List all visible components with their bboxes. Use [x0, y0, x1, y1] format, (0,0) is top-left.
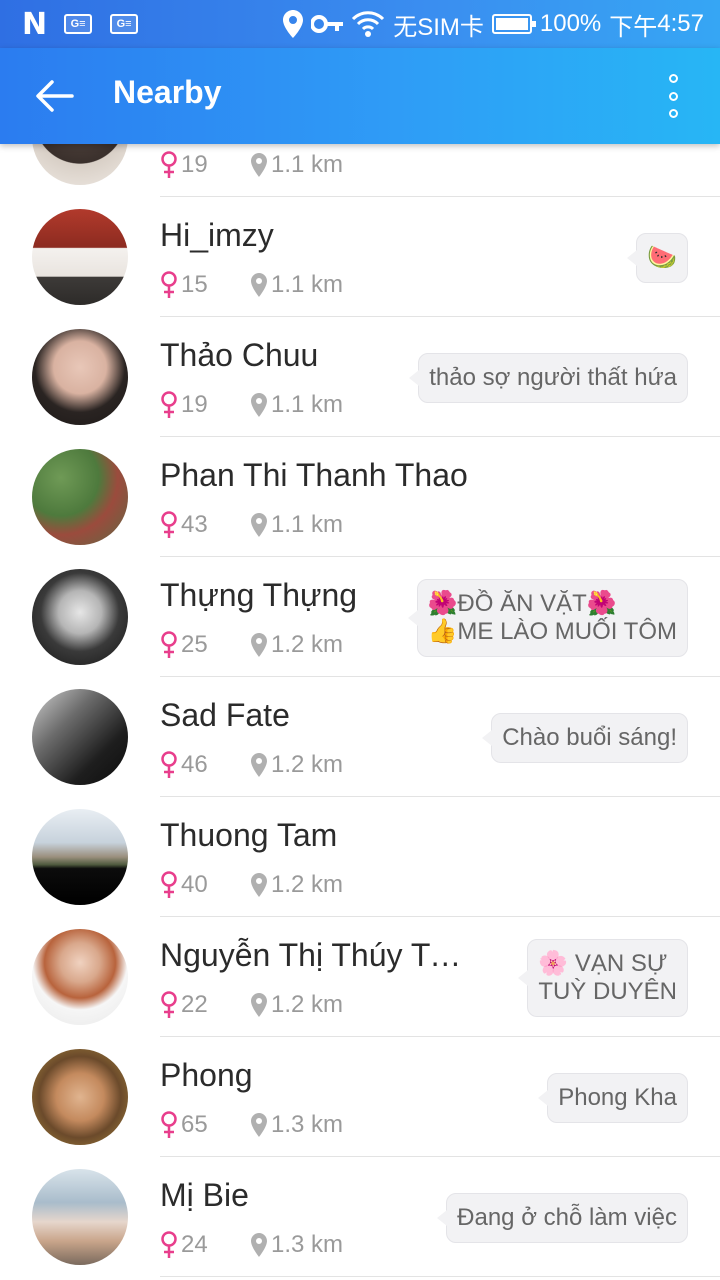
avatar — [32, 689, 128, 785]
avatar — [32, 929, 128, 1025]
female-icon — [161, 631, 177, 658]
female-icon — [161, 751, 177, 778]
user-name: Hi_imzy — [160, 217, 274, 253]
location-pin-icon — [251, 153, 267, 177]
clock: 4:57 — [657, 10, 704, 37]
age-label: 25 — [181, 631, 208, 658]
user-name: Thựng Thựng — [160, 577, 358, 613]
back-arrow-icon[interactable] — [34, 78, 74, 114]
more-options-icon[interactable] — [664, 74, 682, 118]
location-pin-icon — [251, 393, 267, 417]
location-pin-icon — [251, 873, 267, 897]
age-label: 65 — [181, 1111, 208, 1138]
page-title: Nearby — [113, 74, 222, 110]
avatar — [32, 809, 128, 905]
list-item[interactable]: Thuong Tam 40 1.2 km — [0, 797, 720, 917]
list-item[interactable]: Thảo Chuu 19 1.1 km thảo sợ người thất h… — [0, 317, 720, 437]
list-item[interactable]: Phan Thi Thanh Thao 43 1.1 km — [0, 437, 720, 557]
distance-label: 1.1 km — [271, 271, 344, 298]
female-icon — [161, 151, 177, 178]
sim-g-icon: G ≡ — [110, 14, 139, 34]
avatar — [32, 329, 128, 425]
avatar — [32, 209, 128, 305]
status-message-bubble: Phong Kha — [538, 1073, 688, 1123]
user-name: Nguyễn Thị Thúy Tri... — [160, 937, 470, 973]
list-item[interactable]: Phong 65 1.3 km Phong Kha — [0, 1037, 720, 1157]
time-prefix: 下午 — [609, 13, 658, 41]
list-item[interactable]: Sad Fate 46 1.2 km Chào buổi sáng! — [0, 677, 720, 797]
location-icon — [283, 10, 304, 38]
avatar — [32, 449, 128, 545]
age-label: 24 — [181, 1231, 208, 1258]
user-name: Thuong Tam — [160, 817, 338, 853]
battery-percent: 100% — [539, 10, 602, 37]
status-message-bubble: Chào buổi sáng! — [482, 713, 688, 763]
location-pin-icon — [251, 753, 267, 777]
avatar — [32, 1169, 128, 1265]
nearby-list: 19 1.1 km Hi_imzy 15 1.1 km 🍉 Thảo Chuu … — [0, 77, 720, 1277]
distance-label: 1.1 km — [271, 391, 344, 418]
location-pin-icon — [251, 1113, 267, 1137]
female-icon — [161, 271, 177, 298]
location-pin-icon — [251, 633, 267, 657]
female-icon — [161, 511, 177, 538]
distance-label: 1.2 km — [271, 871, 344, 898]
status-message-bubble: Đang ở chỗ làm việc — [437, 1193, 688, 1243]
distance-label: 1.1 km — [271, 511, 344, 538]
location-pin-icon — [251, 993, 267, 1017]
location-pin-icon — [251, 1233, 267, 1257]
female-icon — [161, 991, 177, 1018]
status-message-bubble: 🍉 — [627, 233, 688, 283]
female-icon — [161, 1111, 177, 1138]
status-message-bubble: thảo sợ người thất hứa — [409, 353, 688, 403]
status-bar: N G ≡ G ≡ 无SIM卡 100% 下午 4:57 — [0, 0, 720, 48]
female-icon — [161, 1231, 177, 1258]
age-label: 40 — [181, 871, 208, 898]
app-bar: Nearby — [0, 48, 720, 144]
location-pin-icon — [251, 273, 267, 297]
distance-label: 1.3 km — [271, 1111, 344, 1138]
age-label: 22 — [181, 991, 208, 1018]
battery-icon — [491, 14, 536, 34]
wifi-icon — [352, 11, 385, 37]
female-icon — [161, 391, 177, 418]
avatar — [32, 569, 128, 665]
user-name: Sad Fate — [160, 697, 290, 733]
n-notification-icon: N — [22, 6, 47, 42]
list-item[interactable]: Nguyễn Thị Thúy Tri... 22 1.2 km 🌸 VẠN S… — [0, 917, 720, 1037]
age-label: 19 — [181, 391, 208, 418]
distance-label: 1.2 km — [271, 751, 344, 778]
user-name: Mị Bie — [160, 1177, 249, 1213]
list-item[interactable]: Hi_imzy 15 1.1 km 🍉 — [0, 197, 720, 317]
list-item[interactable]: Mị Bie 24 1.3 km Đang ở chỗ làm việc — [0, 1157, 720, 1277]
distance-label: 1.2 km — [271, 991, 344, 1018]
distance-label: 1.2 km — [271, 631, 344, 658]
age-label: 46 — [181, 751, 208, 778]
avatar — [32, 1049, 128, 1145]
status-message-bubble: 🌸 VẠN SỰ TUỲ DUYÊN — [518, 939, 688, 1017]
age-label: 15 — [181, 271, 208, 298]
key-icon — [311, 15, 344, 33]
user-name: Phan Thi Thanh Thao — [160, 457, 468, 493]
female-icon — [161, 871, 177, 898]
location-pin-icon — [251, 513, 267, 537]
user-name: Phong — [160, 1057, 253, 1093]
user-name: Thảo Chuu — [160, 337, 319, 373]
distance-label: 1.1 km — [271, 151, 344, 178]
status-message-bubble: 🌺ĐỒ ĂN VẶT🌺 👍ME LÀO MUỐI TÔM — [407, 579, 688, 657]
distance-label: 1.3 km — [271, 1231, 344, 1258]
no-sim-label: 无SIM卡 — [393, 13, 484, 41]
age-label: 19 — [181, 151, 208, 178]
sim-g-icon: G ≡ — [64, 14, 93, 34]
list-item[interactable]: Thựng Thựng 25 1.2 km 🌺ĐỒ ĂN VẶT🌺 👍ME LÀ… — [0, 557, 720, 677]
age-label: 43 — [181, 511, 208, 538]
